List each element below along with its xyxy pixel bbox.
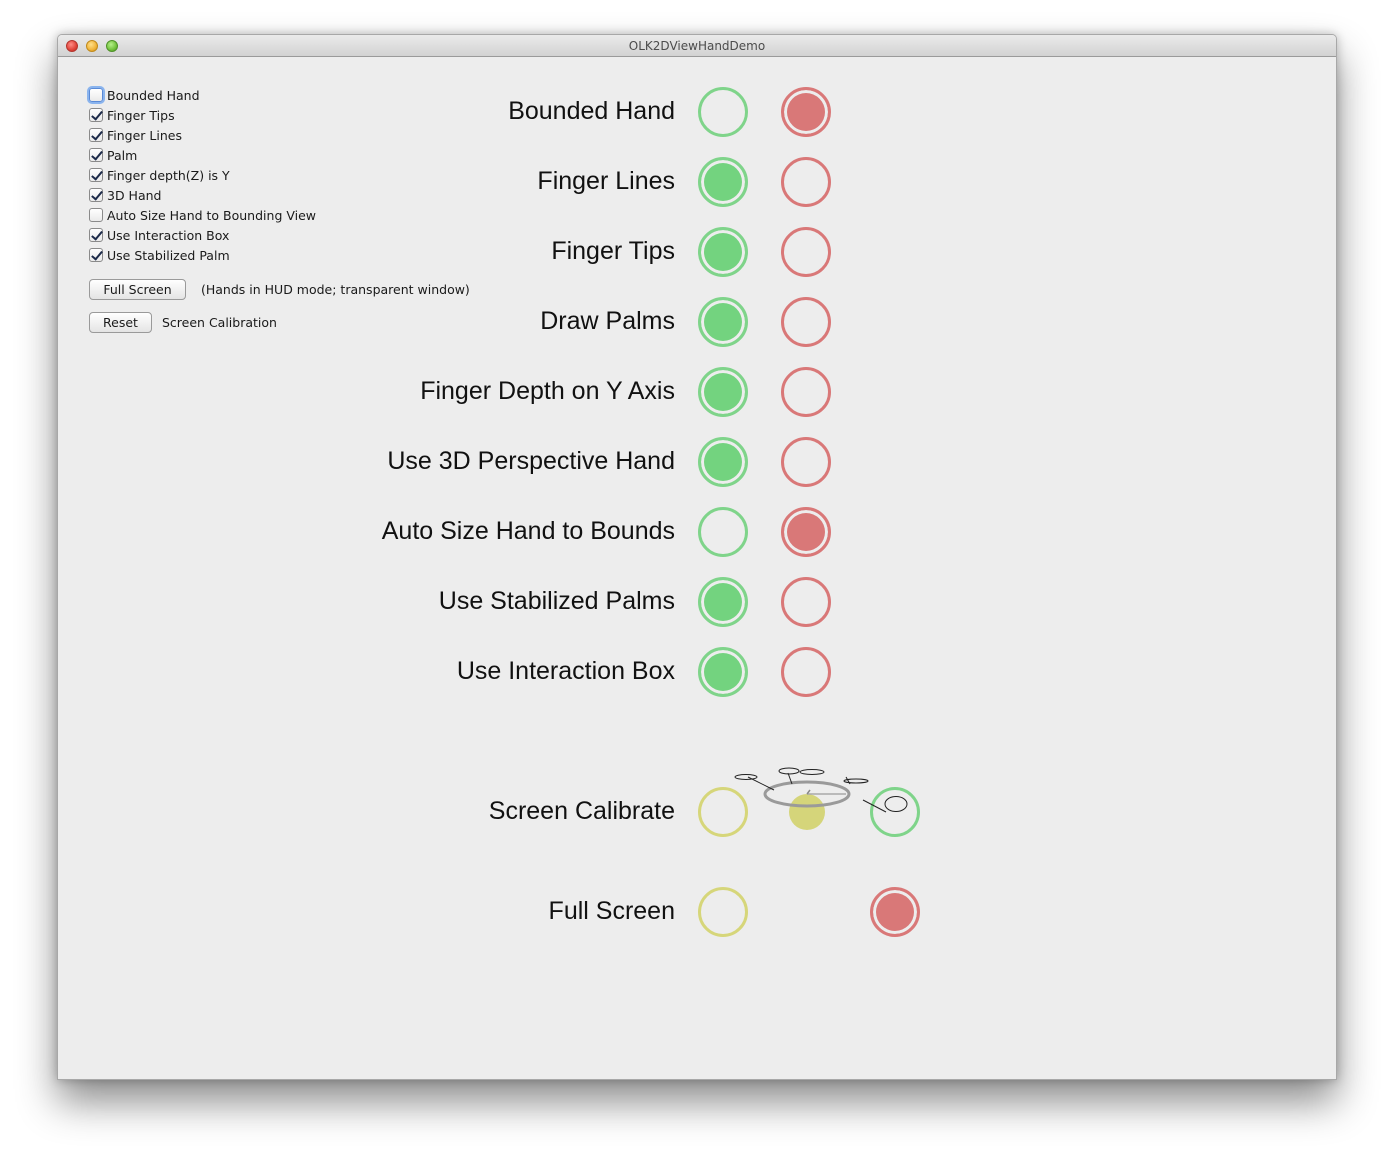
checkbox-row[interactable]: Bounded Hand: [89, 85, 316, 105]
checkbox-label[interactable]: Finger Tips: [107, 108, 175, 123]
action-label: Screen Calibrate: [488, 797, 675, 825]
option-off-button[interactable]: [781, 227, 831, 277]
option-off-button[interactable]: [781, 87, 831, 137]
full-screen-note: (Hands in HUD mode; transparent window): [201, 282, 470, 297]
option-label: Draw Palms: [540, 307, 675, 335]
reset-note: Screen Calibration: [162, 315, 277, 330]
fingertip-ellipse: [778, 767, 800, 775]
fingertip-ellipse: [843, 778, 869, 784]
checkbox[interactable]: [89, 128, 103, 142]
option-on-button[interactable]: [698, 507, 748, 557]
checkbox-row[interactable]: Finger Lines: [89, 125, 316, 145]
checkbox[interactable]: [89, 108, 103, 122]
option-off-button[interactable]: [781, 577, 831, 627]
checkbox[interactable]: [89, 88, 103, 102]
hand-drawing: [734, 767, 908, 813]
checkbox-row[interactable]: Use Stabilized Palm: [89, 245, 316, 265]
option-label: Finger Lines: [537, 167, 675, 195]
full-screen-row: Full Screen (Hands in HUD mode; transpar…: [89, 279, 470, 300]
checkbox-label[interactable]: Use Stabilized Palm: [107, 248, 230, 263]
option-on-button[interactable]: [698, 157, 748, 207]
fingertip-ellipse: [884, 796, 908, 812]
option-label: Finger Depth on Y Axis: [420, 377, 675, 405]
checkbox-row[interactable]: Finger depth(Z) is Y: [89, 165, 316, 185]
checkbox[interactable]: [89, 148, 103, 162]
option-on-button[interactable]: [698, 227, 748, 277]
checkbox-label[interactable]: Bounded Hand: [107, 88, 200, 103]
reset-button[interactable]: Reset: [89, 312, 152, 333]
option-label: Bounded Hand: [508, 97, 675, 125]
option-on-button[interactable]: [698, 647, 748, 697]
finger-line: [862, 799, 887, 813]
action-label: Full Screen: [548, 897, 675, 925]
options-checkbox-list: Bounded Hand Finger Tips Finger Lines Pa…: [89, 85, 316, 265]
option-off-button[interactable]: [781, 647, 831, 697]
option-on-button[interactable]: [698, 297, 748, 347]
option-label: Finger Tips: [551, 237, 675, 265]
title-bar[interactable]: OLK2DViewHandDemo: [58, 35, 1336, 57]
action-confirm-button[interactable]: [870, 887, 920, 937]
option-off-button[interactable]: [781, 437, 831, 487]
checkbox[interactable]: [89, 228, 103, 242]
option-off-button[interactable]: [781, 367, 831, 417]
fingertip-ellipse: [799, 769, 825, 775]
option-on-button[interactable]: [698, 437, 748, 487]
window-title: OLK2DViewHandDemo: [628, 39, 766, 53]
checkbox-label[interactable]: Auto Size Hand to Bounding View: [107, 208, 316, 223]
checkbox-label[interactable]: Use Interaction Box: [107, 228, 229, 243]
checkbox-row[interactable]: Finger Tips: [89, 105, 316, 125]
checkbox[interactable]: [89, 208, 103, 222]
checkbox-label[interactable]: 3D Hand: [107, 188, 161, 203]
option-label: Use Interaction Box: [456, 657, 675, 685]
checkbox-label[interactable]: Finger Lines: [107, 128, 182, 143]
option-label: Use 3D Perspective Hand: [387, 447, 675, 475]
checkbox-row[interactable]: Auto Size Hand to Bounding View: [89, 205, 316, 225]
option-on-button[interactable]: [698, 87, 748, 137]
action-cancel-button[interactable]: [698, 887, 748, 937]
checkbox-label[interactable]: Palm: [107, 148, 137, 163]
checkbox[interactable]: [89, 248, 103, 262]
checkbox[interactable]: [89, 188, 103, 202]
fingertip-ellipse: [734, 774, 758, 780]
option-on-button[interactable]: [698, 367, 748, 417]
app-window: OLK2DViewHandDemo Bounded Hand Finger Ti…: [57, 34, 1337, 1080]
checkbox-row[interactable]: Use Interaction Box: [89, 225, 316, 245]
option-label: Auto Size Hand to Bounds: [381, 517, 675, 545]
reset-row: Reset Screen Calibration: [89, 312, 277, 333]
checkbox-label[interactable]: Finger depth(Z) is Y: [107, 168, 230, 183]
option-off-button[interactable]: [781, 157, 831, 207]
checkbox-row[interactable]: Palm: [89, 145, 316, 165]
option-label: Use Stabilized Palms: [438, 587, 675, 615]
option-off-button[interactable]: [781, 507, 831, 557]
full-screen-button[interactable]: Full Screen: [89, 279, 186, 300]
option-off-button[interactable]: [781, 297, 831, 347]
checkbox-row[interactable]: 3D Hand: [89, 185, 316, 205]
checkbox[interactable]: [89, 168, 103, 182]
option-on-button[interactable]: [698, 577, 748, 627]
